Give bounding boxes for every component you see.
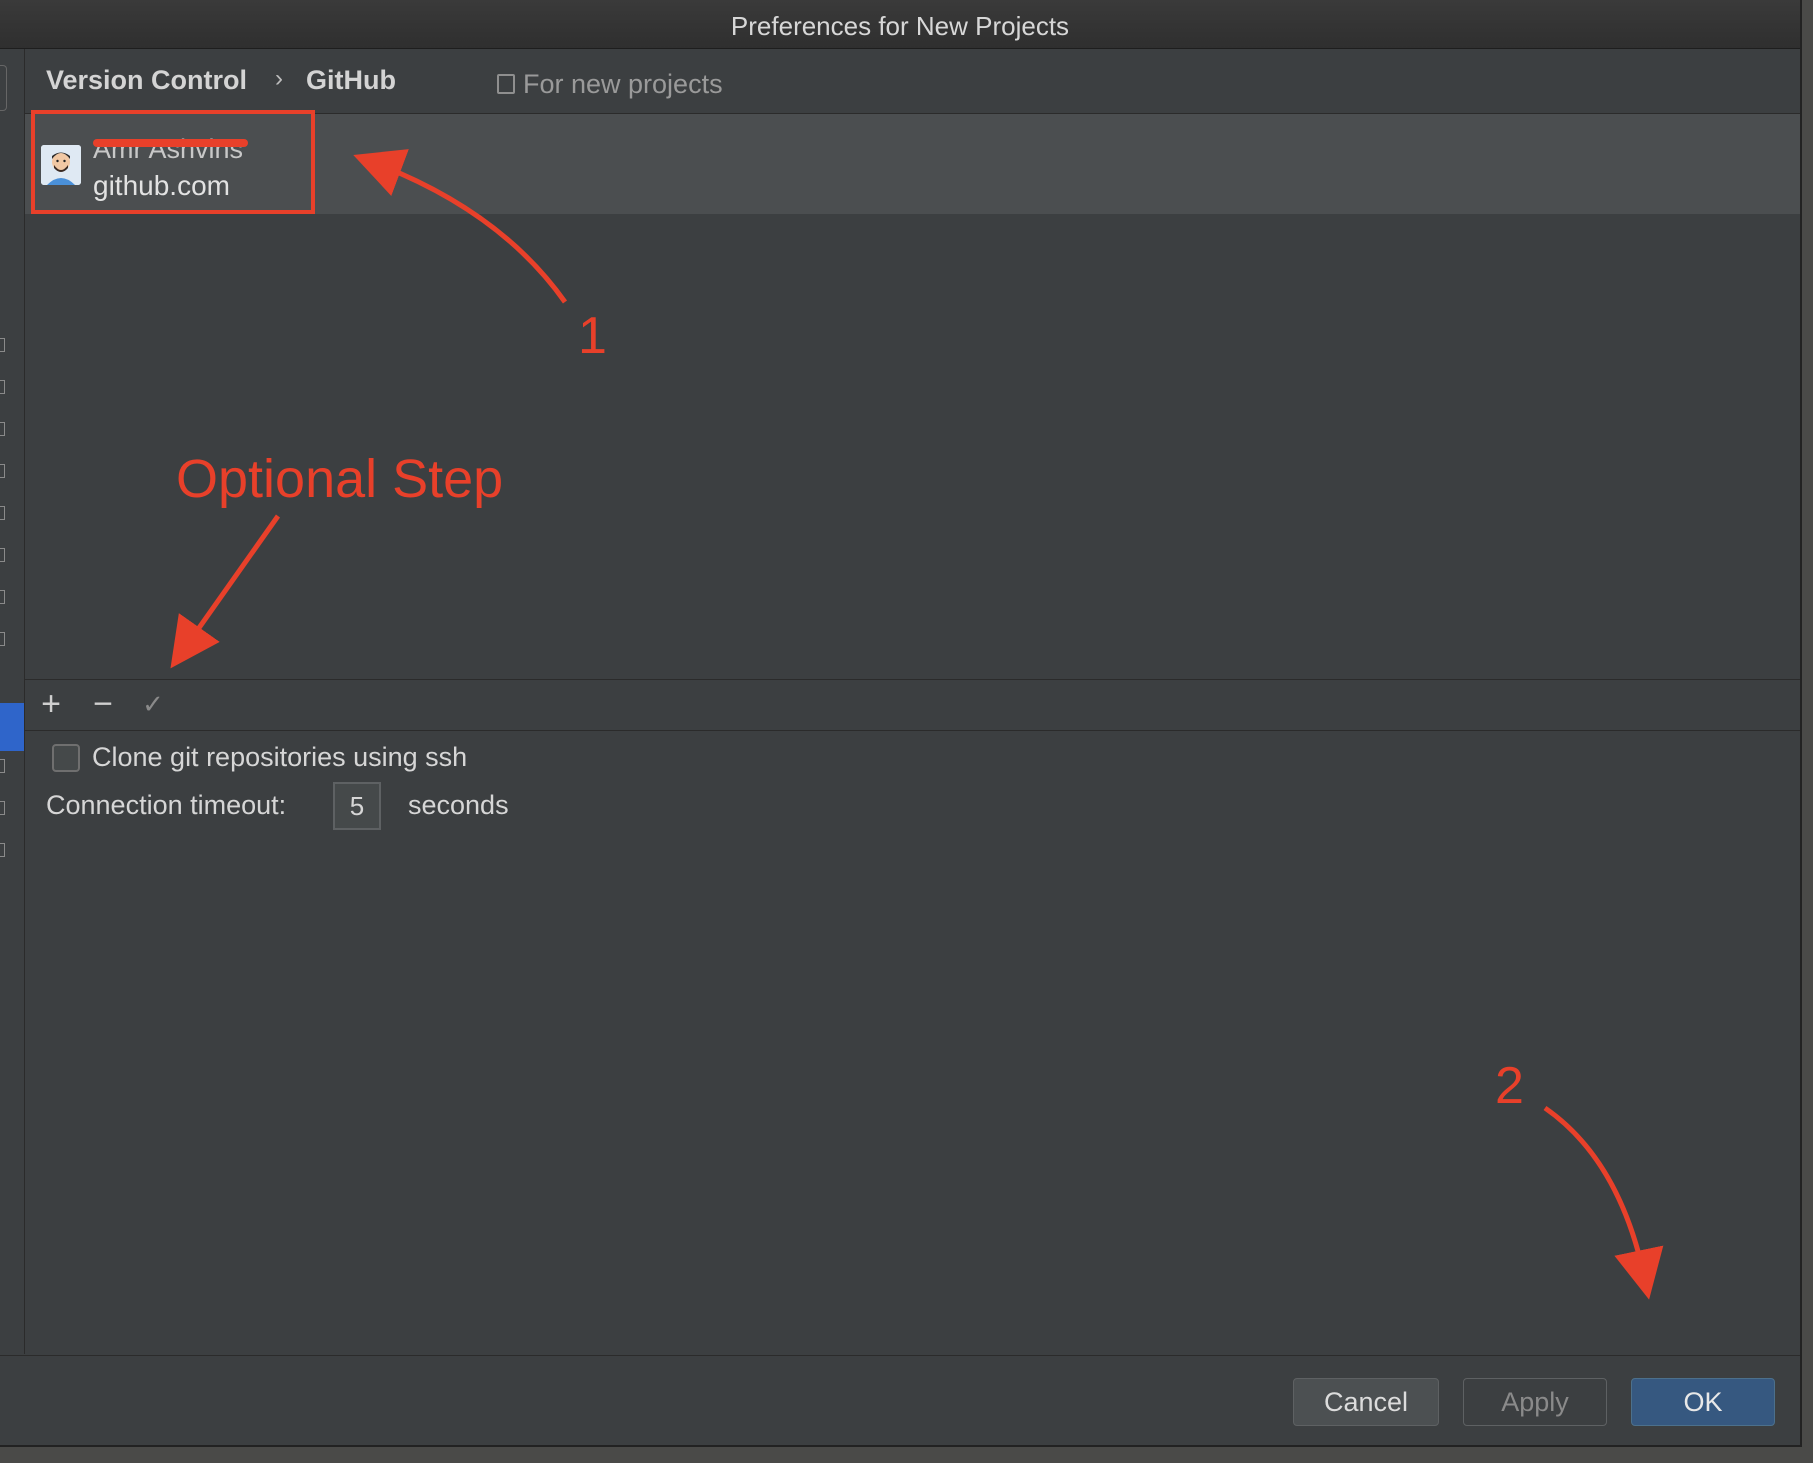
annotation-optional-step: Optional Step — [176, 449, 504, 509]
annotation-arrow-1 — [353, 149, 568, 304]
annotation-arrow-2 — [1543, 1105, 1664, 1300]
annotation-arrows — [170, 149, 1664, 1300]
annotation-step-1: 1 — [578, 307, 607, 365]
annotation-arrow-optional — [170, 514, 281, 669]
annotation-step-2: 2 — [1495, 1057, 1524, 1115]
